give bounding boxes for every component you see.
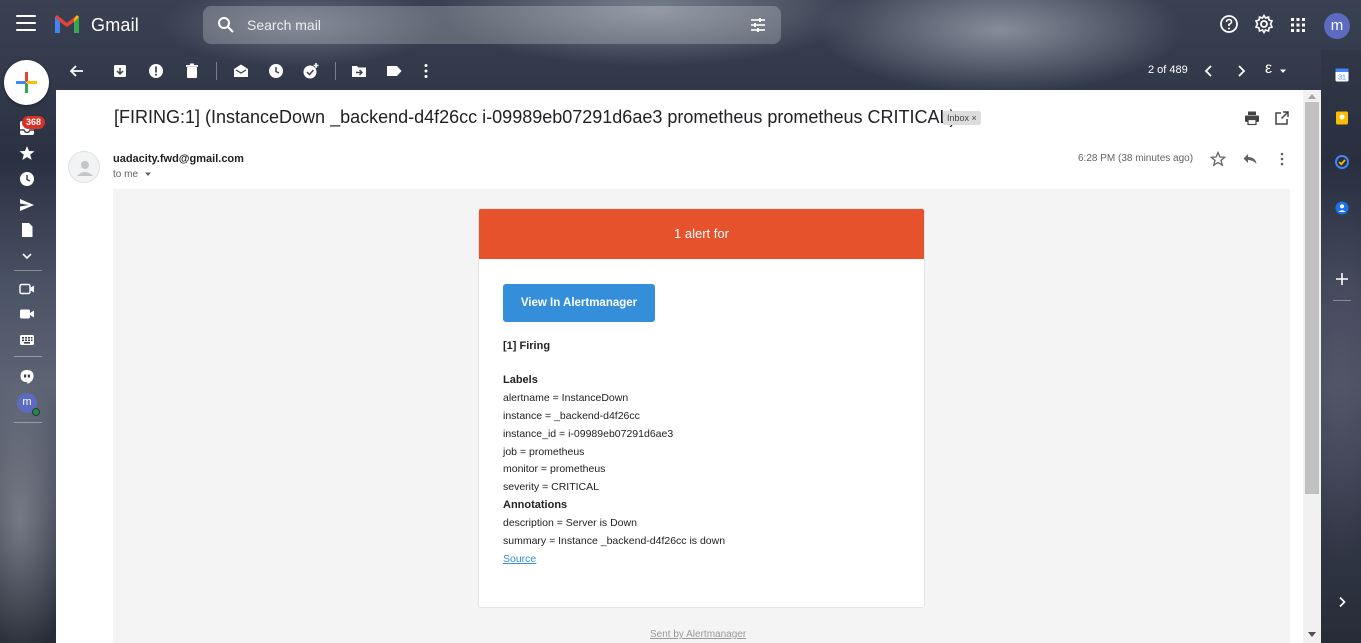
video-icon[interactable] bbox=[19, 306, 35, 322]
calendar-icon[interactable]: 31 bbox=[1335, 68, 1349, 82]
message-timestamp: 6:28 PM (38 minutes ago) bbox=[1078, 153, 1194, 164]
label-chip-text: Inbox bbox=[947, 113, 970, 123]
archive-icon[interactable] bbox=[111, 62, 129, 80]
sent-by-alertmanager-link[interactable]: Sent by Alertmanager bbox=[650, 629, 746, 640]
rail-divider bbox=[14, 422, 42, 423]
hangouts-icon[interactable] bbox=[19, 369, 35, 385]
message-counter: 2 of 489 bbox=[1148, 64, 1188, 76]
annotation-line: description = Server is Down bbox=[503, 517, 637, 529]
compose-button[interactable] bbox=[4, 60, 49, 105]
toolbar-divider bbox=[216, 62, 217, 80]
toolbar-divider bbox=[335, 62, 336, 80]
more-vert-icon[interactable] bbox=[1274, 151, 1290, 167]
scroll-up-arrow-icon[interactable] bbox=[1308, 94, 1316, 99]
top-bar: Gmail m bbox=[0, 0, 1361, 50]
keyboard-icon[interactable] bbox=[19, 332, 35, 348]
label-line: instance_id = i-09989eb07291d6ae3 bbox=[503, 428, 674, 440]
unread-count-badge: 368 bbox=[22, 116, 46, 129]
search-options-icon[interactable] bbox=[749, 16, 767, 34]
help-icon[interactable] bbox=[1219, 14, 1239, 34]
file-icon[interactable] bbox=[19, 222, 35, 238]
panel-divider bbox=[1333, 300, 1351, 301]
annotation-line: summary = Instance _backend-d4f26cc is d… bbox=[503, 535, 726, 547]
gmail-logo-icon[interactable] bbox=[53, 13, 81, 35]
label-line: job = prometheus bbox=[503, 446, 585, 458]
view-in-alertmanager-button[interactable]: View In Alertmanager bbox=[503, 284, 655, 322]
report-spam-icon[interactable] bbox=[147, 62, 165, 80]
search-bar[interactable] bbox=[203, 6, 781, 44]
star-outline-icon[interactable] bbox=[1210, 151, 1226, 167]
app-name: Gmail bbox=[91, 15, 140, 35]
alert-card: 1 alert for View In Alertmanager [1] Fir… bbox=[478, 208, 925, 608]
contacts-icon[interactable] bbox=[1335, 201, 1349, 215]
label-icon[interactable] bbox=[385, 62, 403, 80]
scroll-down-arrow-icon[interactable] bbox=[1308, 632, 1316, 637]
settings-gear-icon[interactable] bbox=[1254, 14, 1274, 34]
scrollbar-thumb[interactable] bbox=[1305, 102, 1319, 494]
input-tools-button[interactable]: ε bbox=[1265, 60, 1272, 78]
annotations-heading: Annotations bbox=[503, 499, 568, 511]
firing-count: [1] Firing bbox=[503, 340, 551, 352]
search-icon[interactable] bbox=[217, 16, 235, 34]
compose-plus-icon bbox=[16, 72, 37, 93]
reply-icon[interactable] bbox=[1242, 151, 1258, 167]
sender-email[interactable]: uadacity.fwd@gmail.com bbox=[113, 153, 244, 165]
mark-unread-icon[interactable] bbox=[232, 62, 250, 80]
print-icon[interactable] bbox=[1244, 110, 1260, 126]
star-icon[interactable] bbox=[19, 145, 35, 161]
scrollbar[interactable] bbox=[1303, 90, 1321, 643]
recipient-details-toggle[interactable]: to me bbox=[113, 169, 153, 180]
back-arrow-icon[interactable] bbox=[68, 62, 86, 80]
rail-divider bbox=[14, 356, 42, 357]
main-menu-button[interactable] bbox=[16, 15, 36, 35]
label-line: alertname = InstanceDown bbox=[503, 392, 629, 404]
remove-label-button[interactable]: × bbox=[972, 113, 977, 123]
keep-icon[interactable] bbox=[1335, 111, 1349, 125]
older-chevron-right-icon[interactable] bbox=[1232, 62, 1250, 80]
more-vert-icon[interactable] bbox=[417, 62, 435, 80]
account-avatar[interactable]: m bbox=[1324, 13, 1350, 39]
chevron-down-icon[interactable] bbox=[19, 248, 35, 264]
apps-grid-icon[interactable] bbox=[1290, 17, 1306, 33]
message-toolbar: 2 of 489 ε bbox=[56, 54, 1321, 88]
tasks-icon[interactable] bbox=[1335, 155, 1349, 169]
recipient-text: to me bbox=[113, 169, 139, 180]
expand-panel-icon[interactable] bbox=[1335, 595, 1349, 609]
move-to-icon[interactable] bbox=[350, 62, 368, 80]
caret-down-icon bbox=[144, 172, 151, 177]
email-body: 1 alert for View In Alertmanager [1] Fir… bbox=[113, 189, 1290, 643]
message-view: [FIRING:1] (InstanceDown _backend-d4f26c… bbox=[56, 90, 1321, 643]
message-subject: [FIRING:1] (InstanceDown _backend-d4f26c… bbox=[114, 107, 956, 127]
meet-icon[interactable] bbox=[19, 281, 35, 297]
online-status-dot bbox=[32, 408, 40, 416]
add-icon[interactable] bbox=[1335, 272, 1349, 286]
snooze-icon[interactable] bbox=[267, 62, 285, 80]
sender-avatar bbox=[68, 151, 100, 183]
delete-icon[interactable] bbox=[183, 62, 201, 80]
side-panel: 31 bbox=[1321, 50, 1361, 643]
label-line: monitor = prometheus bbox=[503, 463, 606, 475]
source-link[interactable]: Source bbox=[503, 553, 536, 565]
person-icon bbox=[77, 161, 93, 176]
clock-icon[interactable] bbox=[19, 171, 35, 187]
label-line: severity = CRITICAL bbox=[503, 481, 599, 493]
open-in-new-window-icon[interactable] bbox=[1274, 110, 1290, 126]
inbox-label-chip[interactable]: Inbox × bbox=[943, 111, 981, 125]
send-icon[interactable] bbox=[19, 197, 35, 213]
search-input[interactable] bbox=[247, 6, 727, 44]
newer-chevron-left-icon[interactable] bbox=[1200, 62, 1218, 80]
labels-heading: Labels bbox=[503, 374, 538, 386]
add-task-icon[interactable] bbox=[302, 62, 320, 80]
rail-divider bbox=[14, 270, 42, 271]
label-line: instance = _backend-d4f26cc bbox=[503, 410, 640, 422]
alert-header: 1 alert for bbox=[479, 209, 924, 259]
svg-text:31: 31 bbox=[1338, 75, 1346, 82]
caret-down-icon[interactable] bbox=[1278, 66, 1288, 76]
